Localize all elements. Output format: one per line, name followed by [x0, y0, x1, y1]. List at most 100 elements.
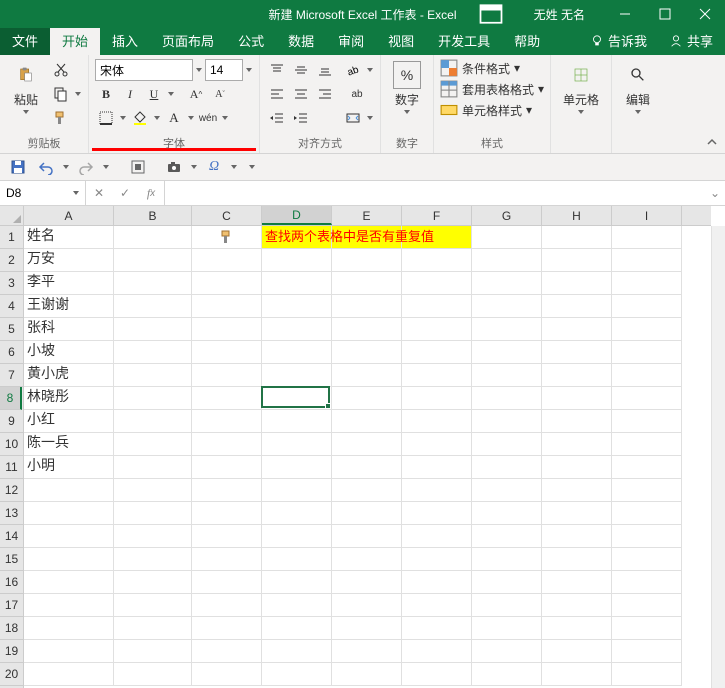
underline-dropdown[interactable]	[167, 83, 175, 105]
cell[interactable]: 林晓彤	[24, 387, 114, 410]
cell[interactable]	[332, 640, 402, 663]
align-right-button[interactable]	[314, 83, 336, 105]
cell[interactable]	[332, 318, 402, 341]
cell[interactable]	[402, 410, 472, 433]
cell[interactable]	[262, 318, 332, 341]
cell[interactable]	[612, 318, 682, 341]
cell-styles-button[interactable]: 单元格样式 ▾	[440, 101, 532, 119]
cell[interactable]	[612, 433, 682, 456]
font-color-button[interactable]: A	[163, 107, 185, 129]
cell[interactable]	[402, 341, 472, 364]
cell[interactable]	[332, 272, 402, 295]
cell[interactable]: 李平	[24, 272, 114, 295]
share-button[interactable]: 共享	[657, 26, 725, 55]
tell-me[interactable]: 告诉我	[580, 26, 657, 55]
cell[interactable]	[542, 387, 612, 410]
cell[interactable]	[612, 479, 682, 502]
row-header[interactable]: 2	[0, 249, 23, 272]
cell[interactable]	[114, 341, 192, 364]
cell[interactable]	[262, 594, 332, 617]
number-format-button[interactable]: % 数字	[387, 59, 427, 116]
cell[interactable]	[262, 249, 332, 272]
cell[interactable]	[402, 387, 472, 410]
tab-data[interactable]: 数据	[276, 26, 326, 55]
insert-function-button[interactable]: fx	[138, 181, 164, 206]
name-box-input[interactable]	[0, 186, 68, 200]
tab-help[interactable]: 帮助	[502, 26, 552, 55]
cell[interactable]	[114, 663, 192, 686]
cell[interactable]: 张科	[24, 318, 114, 341]
cell[interactable]	[472, 617, 542, 640]
cell[interactable]	[192, 410, 262, 433]
cell[interactable]	[192, 663, 262, 686]
cell[interactable]	[402, 594, 472, 617]
cell[interactable]	[472, 525, 542, 548]
cell[interactable]	[114, 594, 192, 617]
cell[interactable]: 姓名	[24, 226, 114, 249]
font-name-input[interactable]	[95, 59, 193, 81]
cell[interactable]	[542, 364, 612, 387]
conditional-formatting-button[interactable]: 条件格式 ▾	[440, 59, 520, 77]
row-header[interactable]: 7	[0, 364, 23, 387]
row-header[interactable]: 15	[0, 548, 23, 571]
cell[interactable]	[542, 456, 612, 479]
column-header[interactable]: B	[114, 206, 192, 225]
column-header[interactable]: F	[402, 206, 472, 225]
borders-dropdown[interactable]	[119, 107, 127, 129]
cell[interactable]	[262, 502, 332, 525]
user-name[interactable]: 无姓 无名	[534, 6, 585, 23]
cell[interactable]	[114, 272, 192, 295]
cell[interactable]	[114, 456, 192, 479]
italic-button[interactable]: I	[119, 83, 141, 105]
tab-formulas[interactable]: 公式	[226, 26, 276, 55]
cell[interactable]	[114, 433, 192, 456]
cell[interactable]	[542, 410, 612, 433]
row-header[interactable]: 19	[0, 640, 23, 663]
align-middle-button[interactable]	[290, 59, 312, 81]
cell[interactable]	[192, 571, 262, 594]
cell[interactable]	[192, 272, 262, 295]
cell[interactable]	[114, 249, 192, 272]
cell[interactable]	[542, 226, 612, 249]
underline-button[interactable]: U	[143, 83, 165, 105]
cell[interactable]	[402, 364, 472, 387]
cell[interactable]	[332, 410, 402, 433]
cell[interactable]	[542, 249, 612, 272]
column-header[interactable]: G	[472, 206, 542, 225]
merge-dropdown[interactable]	[366, 107, 374, 129]
select-all-button[interactable]	[0, 206, 24, 226]
cell[interactable]	[24, 479, 114, 502]
cell[interactable]	[332, 502, 402, 525]
cell[interactable]	[612, 640, 682, 663]
collapse-ribbon-button[interactable]	[703, 133, 721, 151]
cell[interactable]	[472, 479, 542, 502]
row-header[interactable]: 9	[0, 410, 23, 433]
cell[interactable]	[262, 525, 332, 548]
cell[interactable]	[24, 502, 114, 525]
cell[interactable]	[114, 410, 192, 433]
tab-review[interactable]: 审阅	[326, 26, 376, 55]
phonetic-button[interactable]: wén	[197, 107, 219, 129]
undo-dropdown[interactable]	[62, 156, 70, 178]
cut-button[interactable]	[50, 59, 72, 81]
row-header[interactable]: 14	[0, 525, 23, 548]
cell[interactable]	[332, 663, 402, 686]
cell[interactable]	[472, 295, 542, 318]
decrease-font-button[interactable]: Aˇ	[209, 83, 231, 105]
cell[interactable]	[472, 433, 542, 456]
cell[interactable]: 小明	[24, 456, 114, 479]
cell[interactable]	[472, 502, 542, 525]
qat-screenshot-button[interactable]	[162, 156, 186, 178]
increase-font-button[interactable]: A^	[185, 83, 207, 105]
cell[interactable]	[542, 479, 612, 502]
cell[interactable]	[402, 479, 472, 502]
row-header[interactable]: 3	[0, 272, 23, 295]
wrap-text-button[interactable]: ab	[342, 83, 372, 105]
cell[interactable]	[24, 617, 114, 640]
cell[interactable]	[332, 364, 402, 387]
cell[interactable]: 小红	[24, 410, 114, 433]
cell[interactable]	[472, 226, 542, 249]
cell[interactable]	[192, 617, 262, 640]
align-center-button[interactable]	[290, 83, 312, 105]
cell[interactable]	[542, 318, 612, 341]
